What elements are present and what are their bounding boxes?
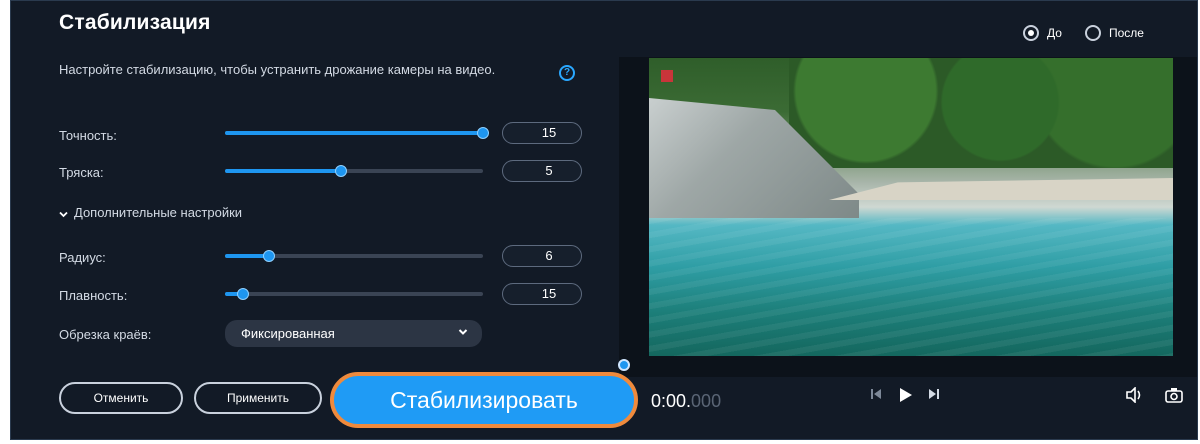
before-radio-label: До <box>1047 26 1062 40</box>
video-water <box>649 218 1173 356</box>
cancel-button[interactable]: Отменить <box>59 382 183 414</box>
timecode-ms: 000 <box>691 391 722 411</box>
camera-icon[interactable] <box>1165 387 1183 406</box>
smoothness-slider[interactable] <box>225 288 483 300</box>
radius-value-field[interactable]: 6 <box>502 245 582 267</box>
smoothness-label: Плавность: <box>59 288 128 303</box>
chevron-down-icon <box>458 325 468 339</box>
video-preview <box>649 58 1173 356</box>
seek-handle[interactable] <box>618 359 630 371</box>
crop-label: Обрезка краёв: <box>59 327 152 342</box>
play-icon[interactable] <box>897 387 913 406</box>
crop-mode-select[interactable]: Фиксированная <box>225 320 482 347</box>
accuracy-slider[interactable] <box>225 127 489 139</box>
apply-button[interactable]: Применить <box>194 382 322 414</box>
before-radio[interactable] <box>1023 25 1039 41</box>
after-radio[interactable] <box>1085 25 1101 41</box>
slider-fill <box>225 169 342 173</box>
slider-fill <box>225 131 483 135</box>
video-beach <box>829 178 1173 200</box>
radius-slider[interactable] <box>225 250 483 262</box>
volume-icon[interactable] <box>1125 386 1143 406</box>
chevron-down-icon <box>59 209 68 220</box>
advanced-settings-toggle[interactable]: Дополнительные настройки <box>59 205 242 220</box>
panel-description: Настройте стабилизацию, чтобы устранить … <box>59 62 496 77</box>
shake-slider[interactable] <box>225 165 483 177</box>
accuracy-value-field[interactable]: 15 <box>502 122 582 144</box>
stabilize-button[interactable]: Стабилизировать <box>330 372 638 428</box>
next-frame-icon[interactable] <box>927 387 941 404</box>
slider-thumb[interactable] <box>237 288 250 300</box>
advanced-settings-label: Дополнительные настройки <box>74 205 243 220</box>
shake-label: Тряска: <box>59 165 104 180</box>
prev-frame-icon[interactable] <box>869 387 883 404</box>
video-marker <box>661 70 673 82</box>
timecode: 0:00.000 <box>651 391 721 412</box>
slider-thumb[interactable] <box>477 127 489 139</box>
shake-value-field[interactable]: 5 <box>502 160 582 182</box>
smoothness-value-field[interactable]: 15 <box>502 283 582 305</box>
video-trees <box>789 58 1173 168</box>
help-icon[interactable]: ? <box>559 65 575 81</box>
slider-thumb[interactable] <box>262 250 275 262</box>
after-radio-label: После <box>1109 26 1144 40</box>
panel-title: Стабилизация <box>59 11 211 34</box>
crop-mode-value: Фиксированная <box>241 326 335 341</box>
accuracy-label: Точность: <box>59 128 117 143</box>
radius-label: Радиус: <box>59 250 106 265</box>
slider-thumb[interactable] <box>335 165 348 177</box>
timecode-main: 0:00. <box>651 391 692 411</box>
